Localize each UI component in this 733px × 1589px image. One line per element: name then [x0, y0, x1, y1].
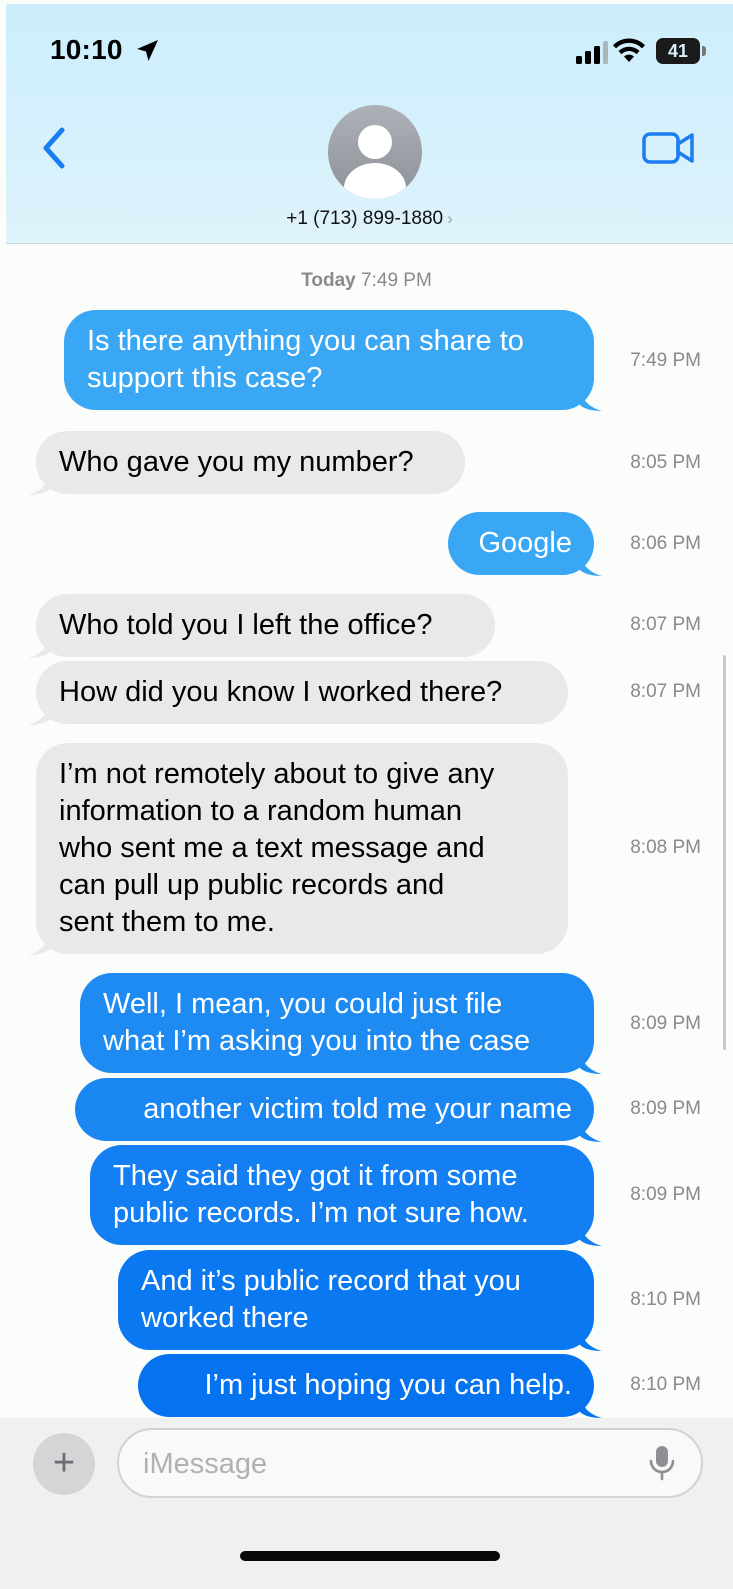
bubble-tail — [580, 1329, 602, 1351]
video-camera-icon[interactable] — [642, 130, 696, 166]
message-timestamp: 8:05 PM — [630, 452, 701, 473]
scroll-indicator[interactable] — [723, 655, 726, 1050]
bubble-tail — [580, 554, 602, 576]
outgoing-message-bubble[interactable]: Well, I mean, you could just file what I… — [80, 973, 602, 1074]
message-text: another victim told me your name — [143, 1093, 572, 1125]
conversation-header: 10:10 41 +1 (713) 899-1880 › — [6, 4, 733, 244]
location-arrow-icon — [137, 40, 158, 61]
message-timestamp: 8:09 PM — [630, 1013, 701, 1034]
bubble-tail — [28, 473, 50, 495]
incoming-message-bubble[interactable]: Who gave you my number? — [28, 431, 465, 495]
incoming-message-bubble[interactable]: I’m not remotely about to give any infor… — [28, 743, 568, 955]
outgoing-message-bubble[interactable]: And it’s public record that you worked t… — [118, 1250, 602, 1351]
contact-number: +1 (713) 899-1880 — [286, 208, 444, 229]
outgoing-message-bubble[interactable]: Google — [448, 512, 602, 576]
messages-screen: 10:10 41 +1 (713) 899-1880 › Today 7:49 … — [0, 0, 733, 1589]
message-timestamp: 8:07 PM — [630, 614, 701, 635]
outgoing-message-bubble[interactable]: Is there anything you can share to suppo… — [64, 310, 602, 411]
message-timestamp: 7:49 PM — [630, 350, 701, 371]
chevron-right-icon: › — [447, 209, 453, 228]
bubble-tail — [580, 1224, 602, 1246]
incoming-message-bubble[interactable]: Who told you I left the office? — [28, 594, 495, 658]
incoming-message-bubble[interactable]: How did you know I worked there? — [28, 661, 568, 725]
message-timestamp: 8:06 PM — [630, 533, 701, 554]
message-timestamp: 8:09 PM — [630, 1098, 701, 1119]
daystamp-time: 7:49 PM — [361, 270, 432, 291]
message-text: Well, I mean, you could just file what I… — [103, 988, 531, 1057]
battery-icon: 41 — [656, 38, 706, 64]
wifi-icon — [613, 38, 645, 62]
imessage-placeholder: iMessage — [143, 1448, 268, 1480]
message-text: Who told you I left the office? — [59, 609, 433, 641]
bubble-tail — [28, 933, 50, 955]
message-text: Is there anything you can share to suppo… — [87, 325, 524, 394]
bubble-tail — [580, 1120, 602, 1142]
bubble-tail — [28, 703, 50, 725]
imessage-input[interactable]: iMessage — [117, 1428, 703, 1498]
conversation-daystamp: Today 7:49 PM — [0, 270, 733, 292]
cellular-signal-icon — [576, 41, 608, 64]
message-timestamp: 8:09 PM — [630, 1184, 701, 1205]
bubble-tail — [580, 389, 602, 411]
outgoing-message-bubble[interactable]: I’m just hoping you can help. — [138, 1354, 602, 1418]
contact-name[interactable]: +1 (713) 899-1880 › — [6, 208, 733, 230]
message-text: And it’s public record that you worked t… — [141, 1265, 521, 1334]
home-indicator — [240, 1551, 500, 1561]
message-text: Google — [478, 527, 572, 559]
battery-level: 41 — [656, 38, 700, 64]
outgoing-message-bubble[interactable]: They said they got it from some public r… — [90, 1145, 602, 1246]
outgoing-message-bubble[interactable]: another victim told me your name — [75, 1078, 602, 1142]
bubble-tail — [28, 636, 50, 658]
message-text: They said they got it from some public r… — [113, 1160, 529, 1229]
daystamp-day: Today — [301, 270, 356, 291]
message-timestamp: 8:10 PM — [630, 1374, 701, 1395]
microphone-icon[interactable] — [648, 1444, 676, 1482]
bubble-tail — [580, 1052, 602, 1074]
chevron-left-icon[interactable] — [36, 124, 76, 174]
status-time: 10:10 — [50, 34, 123, 65]
message-timestamp: 8:10 PM — [630, 1289, 701, 1310]
message-text: I’m not remotely about to give any infor… — [59, 758, 495, 938]
contact-avatar[interactable] — [328, 105, 422, 199]
message-text: How did you know I worked there? — [59, 676, 503, 708]
message-timestamp: 8:07 PM — [630, 681, 701, 702]
message-timestamp: 8:08 PM — [630, 837, 701, 858]
message-text: I’m just hoping you can help. — [204, 1369, 572, 1401]
bubble-tail — [580, 1396, 602, 1418]
message-text: Who gave you my number? — [59, 446, 414, 478]
plus-button[interactable]: + — [33, 1433, 95, 1495]
